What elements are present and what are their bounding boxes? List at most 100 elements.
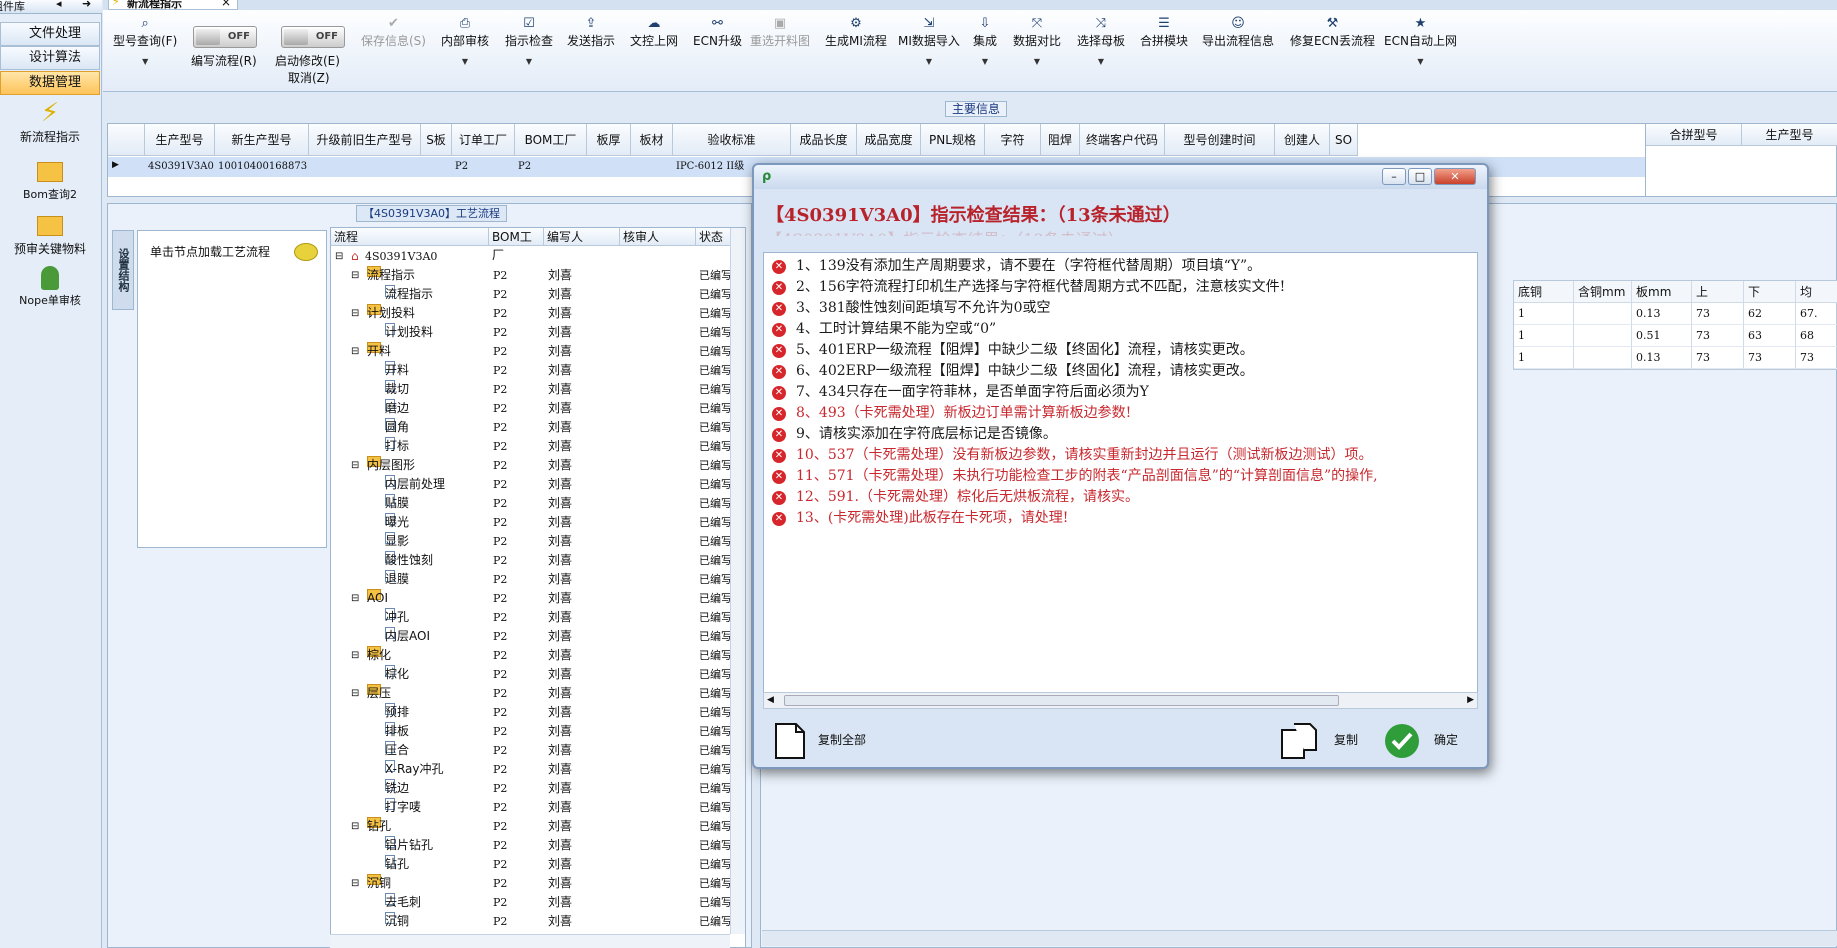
table-header[interactable]: 板mm bbox=[1632, 281, 1692, 303]
tree-item[interactable]: 棕化 P2 刘喜 已编写 bbox=[331, 665, 745, 684]
query-button[interactable]: ⌕ 型号查询(F) ▼ bbox=[113, 16, 177, 66]
grid-header[interactable]: 成品宽度 bbox=[857, 124, 921, 156]
nav-item-new-flow[interactable]: ⚡ 新流程指示 bbox=[0, 98, 100, 145]
scroll-right-icon[interactable]: ▶ bbox=[1467, 693, 1474, 708]
tree-item[interactable]: 开料 P2 刘喜 已编写 bbox=[331, 361, 745, 380]
tree-header[interactable]: 编写人 bbox=[544, 228, 620, 246]
tree-group[interactable]: ⊟ 计划投料 P2 刘喜 已编写 bbox=[331, 304, 745, 323]
collapse-icon[interactable]: ⊟ bbox=[351, 456, 359, 475]
tree-group[interactable]: ⊟ 开料 P2 刘喜 已编写 bbox=[331, 342, 745, 361]
tree-item[interactable]: 退膜 P2 刘喜 已编写 bbox=[331, 570, 745, 589]
nav-item-prereview[interactable]: 预审关键物料 bbox=[0, 210, 100, 257]
grid-header[interactable]: 生产型号 bbox=[145, 124, 215, 156]
tree-item[interactable]: 裁切 P2 刘喜 已编写 bbox=[331, 380, 745, 399]
select-master-button[interactable]: ⤨ 选择母板 ▼ bbox=[1077, 16, 1125, 66]
tree-item[interactable]: 贴膜 P2 刘喜 已编写 bbox=[331, 494, 745, 513]
table-header[interactable]: 含铜mm bbox=[1574, 281, 1632, 303]
grid-header[interactable]: 板材 bbox=[631, 124, 673, 156]
doc-control-upload-button[interactable]: ☁ 文控上网 bbox=[630, 16, 678, 49]
tree-group[interactable]: ⊟ 钻孔 P2 刘喜 已编写 bbox=[331, 817, 745, 836]
tree-header[interactable]: 核审人 bbox=[620, 228, 696, 246]
grid-header[interactable]: 终端客户代码 bbox=[1080, 124, 1165, 156]
nav-section-data[interactable]: 数据管理 bbox=[0, 71, 100, 95]
internal-review-button[interactable]: ⎙ 内部审核 ▼ bbox=[441, 16, 489, 66]
arrow-left-icon[interactable]: ◂ bbox=[56, 0, 62, 10]
collapse-icon[interactable]: ⊟ bbox=[351, 684, 359, 703]
tree-group[interactable]: ⊟ 层压 P2 刘喜 已编写 bbox=[331, 684, 745, 703]
tree-item[interactable]: 钻孔 P2 刘喜 已编写 bbox=[331, 855, 745, 874]
table-header[interactable]: 上 bbox=[1692, 281, 1744, 303]
collapse-icon[interactable]: ⊟ bbox=[351, 874, 359, 893]
tree-horizontal-scrollbar[interactable] bbox=[330, 934, 730, 948]
grid-header[interactable]: 创建人 bbox=[1275, 124, 1330, 156]
tree-item[interactable]: 压合 P2 刘喜 已编写 bbox=[331, 741, 745, 760]
tree-item[interactable]: 内层AOI P2 刘喜 已编写 bbox=[331, 627, 745, 646]
tab-new-flow[interactable]: ⚡ 新流程指示 × bbox=[108, 0, 238, 10]
detail-horizontal-scrollbar[interactable] bbox=[762, 930, 1837, 946]
collapse-icon[interactable]: ⊟ bbox=[351, 342, 359, 361]
tree-item[interactable]: 显影 P2 刘喜 已编写 bbox=[331, 532, 745, 551]
send-instruction-button[interactable]: ⇪ 发送指示 bbox=[567, 16, 615, 49]
tree-vertical-scrollbar[interactable] bbox=[730, 228, 745, 934]
tree-item[interactable]: 酸性蚀刻 P2 刘喜 已编写 bbox=[331, 551, 745, 570]
tree-root[interactable]: ⊟ ⌂ 4S0391V3A0 bbox=[331, 247, 745, 266]
tree-item[interactable]: 计划投料 P2 刘喜 已编写 bbox=[331, 323, 745, 342]
integrate-button[interactable]: ⇩ 集成 ▼ bbox=[973, 16, 997, 66]
nav-section-design[interactable]: 设计算法 bbox=[0, 46, 100, 70]
grid-header[interactable]: 生产型号 bbox=[1742, 124, 1837, 146]
grid-header[interactable]: 订单工厂 bbox=[452, 124, 515, 156]
grid-header[interactable]: 型号创建时间 bbox=[1165, 124, 1275, 156]
grid-header[interactable]: SO bbox=[1330, 124, 1358, 156]
write-flow-toggle[interactable]: OFF bbox=[193, 26, 257, 48]
nav-item-bom-query[interactable]: Bom查询2 bbox=[0, 156, 100, 202]
start-edit-toggle[interactable]: OFF bbox=[281, 26, 345, 48]
tree-item[interactable]: 沉铜 P2 刘喜 已编写 bbox=[331, 912, 745, 931]
tree-group[interactable]: ⊟ 内层图形 P2 刘喜 已编写 bbox=[331, 456, 745, 475]
nav-item-nope-review[interactable]: Nope单审核 bbox=[0, 262, 100, 308]
copy-button[interactable]: 复制 bbox=[1280, 717, 1370, 763]
collapse-icon[interactable]: ⊟ bbox=[351, 817, 359, 836]
tree-header[interactable]: 流程 bbox=[331, 228, 489, 246]
reselect-cutting-button[interactable]: ▣ 重选开料图 bbox=[750, 16, 810, 49]
grid-header[interactable]: BOM工厂 bbox=[515, 124, 587, 156]
tree-group[interactable]: ⊟ 流程指示 P2 刘喜 已编写 bbox=[331, 266, 745, 285]
scroll-left-icon[interactable]: ◀ bbox=[767, 693, 774, 708]
grid-header[interactable]: 升级前旧生产型号 bbox=[309, 124, 421, 156]
tree-item[interactable]: 磨边 P2 刘喜 已编写 bbox=[331, 399, 745, 418]
table-header[interactable]: 均 bbox=[1796, 281, 1837, 303]
tree-item[interactable]: 圆角 P2 刘喜 已编写 bbox=[331, 418, 745, 437]
grid-header[interactable]: 字符 bbox=[985, 124, 1041, 156]
collapse-icon[interactable]: ⊟ bbox=[351, 304, 359, 323]
dialog-titlebar[interactable]: ρ – □ ✕ bbox=[754, 165, 1487, 189]
ok-button[interactable]: 确定 bbox=[1384, 717, 1474, 763]
close-icon[interactable]: × bbox=[221, 0, 231, 9]
grid-header[interactable]: 阻焊 bbox=[1041, 124, 1080, 156]
table-header[interactable]: 底铜 bbox=[1514, 281, 1574, 303]
tree-item[interactable]: 排板 P2 刘喜 已编写 bbox=[331, 722, 745, 741]
merge-module-button[interactable]: ☰ 合拼模块 bbox=[1140, 16, 1188, 49]
tree-item[interactable]: 打字唛 P2 刘喜 已编写 bbox=[331, 798, 745, 817]
nav-section-file[interactable]: 文件处理 bbox=[0, 22, 100, 46]
tree-item[interactable]: X-Ray冲孔 P2 刘喜 已编写 bbox=[331, 760, 745, 779]
grid-header[interactable]: 板厚 bbox=[587, 124, 631, 156]
tree-item[interactable]: 打标 P2 刘喜 已编写 bbox=[331, 437, 745, 456]
tab-structure-setup[interactable]: 设置结构 bbox=[112, 230, 134, 310]
tree-item[interactable]: 预排 P2 刘喜 已编写 bbox=[331, 703, 745, 722]
grid-header[interactable]: 合拼型号 bbox=[1646, 124, 1742, 146]
tree-item[interactable]: 曝光 P2 刘喜 已编写 bbox=[331, 513, 745, 532]
ecn-auto-upload-button[interactable]: ★ ECN自动上网 ▼ bbox=[1384, 16, 1457, 66]
save-info-button[interactable]: ✔ 保存信息(S) bbox=[361, 16, 426, 49]
maximize-button[interactable]: □ bbox=[1408, 168, 1432, 185]
tree-group[interactable]: ⊟ 沉铜 P2 刘喜 已编写 bbox=[331, 874, 745, 893]
tree-item[interactable]: 冲孔 P2 刘喜 已编写 bbox=[331, 608, 745, 627]
minimize-button[interactable]: – bbox=[1382, 168, 1406, 185]
collapse-icon[interactable]: ⊟ bbox=[351, 589, 359, 608]
copy-all-button[interactable]: 复制全部 bbox=[774, 717, 884, 763]
collapse-icon[interactable]: ⊟ bbox=[335, 247, 343, 266]
scroll-thumb[interactable] bbox=[784, 695, 1339, 706]
collapse-icon[interactable]: ⊟ bbox=[351, 646, 359, 665]
tree-group[interactable]: ⊟ 棕化 P2 刘喜 已编写 bbox=[331, 646, 745, 665]
generate-mi-button[interactable]: ⚙ 生成MI流程 bbox=[825, 16, 887, 49]
fix-ecn-button[interactable]: ⚒ 修复ECN丢流程 bbox=[1290, 16, 1375, 49]
data-compare-button[interactable]: ⤧ 数据对比 ▼ bbox=[1013, 16, 1061, 66]
